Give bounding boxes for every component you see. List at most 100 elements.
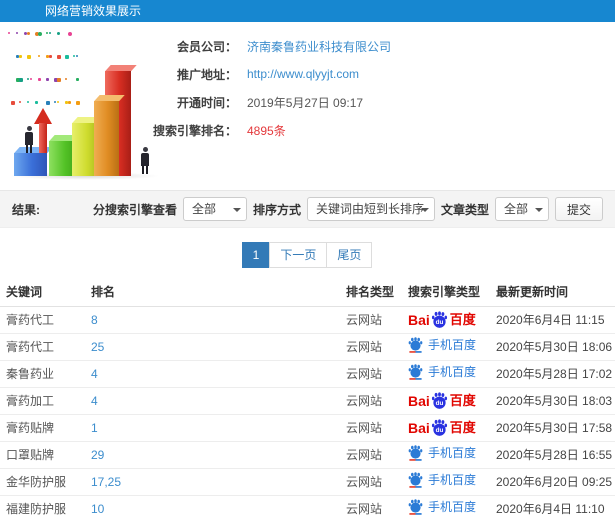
ranking-table: 关键词 排名 排名类型 搜索引擎类型 最新更新时间 膏药代工 8 云网站 Bai… (0, 278, 615, 520)
company-label: 会员公司： (176, 39, 237, 54)
baidu-logo-icon: Bai du 百度 (408, 311, 476, 328)
header-engine-type: 搜索引擎类型 (402, 278, 490, 307)
sort-selected: 关键词由短到长排序 (315, 202, 424, 216)
chevron-down-icon (420, 208, 429, 212)
article-type-label: 文章类型 (440, 202, 489, 217)
promo-url-label: 推广地址： (176, 67, 237, 82)
svg-text:du: du (435, 400, 443, 407)
next-page-button[interactable]: 下一页 (269, 242, 328, 268)
info-row-rank-count: 搜索引擎排名： 4895条 (130, 116, 391, 144)
article-type-selected: 全部 (503, 202, 528, 216)
keyword-cell: 膏药加工 (0, 387, 85, 415)
engine-cell: du 手机百度 (402, 468, 490, 496)
baidu-logo-icon: Bai du 百度 (408, 419, 476, 436)
filter-group: 分搜索引擎查看 全部 排序方式 关键词由短到长排序 文章类型 全部 提交 (93, 197, 603, 221)
engine-cell: du 手机百度 (402, 360, 490, 388)
bar-orange-icon (94, 95, 125, 176)
company-link[interactable]: 济南秦鲁药业科技有限公司 (247, 38, 391, 55)
member-info-list: 会员公司： 济南秦鲁药业科技有限公司 推广地址： http://www.qlyy… (130, 32, 391, 144)
update-time-cell: 2020年6月4日 11:10 (490, 495, 615, 520)
engine-cell: du 手机百度 (402, 333, 490, 361)
submit-button[interactable]: 提交 (554, 197, 603, 221)
engine-cell: Bai du 百度 (402, 387, 490, 415)
rank-cell: 17,25 (85, 468, 340, 496)
page-title: 网络营销效果展示 (45, 4, 142, 18)
chevron-down-icon (534, 208, 543, 212)
rank-count-label: 搜索引擎排名： (152, 123, 237, 138)
rank-count-value: 4895条 (247, 123, 286, 138)
table-row: 金华防护服 17,25 云网站 du (0, 468, 615, 496)
info-row-url: 推广地址： http://www.qlyyjt.com (130, 60, 391, 88)
engine-cell: Bai du 百度 (402, 414, 490, 442)
mobile-baidu-logo-icon: 手机百度 (408, 445, 476, 461)
table-row: 口罩贴牌 29 云网站 du (0, 441, 615, 469)
rank-type-cell: 云网站 (340, 360, 402, 388)
rank-link[interactable]: 29 (91, 448, 104, 462)
keyword-cell: 膏药代工 (0, 333, 85, 361)
engine-cell: du 手机百度 (402, 441, 490, 469)
update-time-cell: 2020年5月30日 18:06 (490, 333, 615, 361)
info-row-company: 会员公司： 济南秦鲁药业科技有限公司 (130, 32, 391, 60)
keyword-cell: 秦鲁药业 (0, 360, 85, 388)
rank-link[interactable]: 17,25 (91, 475, 121, 489)
rank-cell: 25 (85, 333, 340, 361)
engine-cell: du 手机百度 (402, 495, 490, 520)
rank-cell: 10 (85, 495, 340, 520)
update-time-cell: 2020年5月28日 16:55 (490, 441, 615, 469)
update-time-cell: 2020年5月28日 17:02 (490, 360, 615, 388)
title-bar: 网络营销效果展示 (0, 0, 615, 22)
rank-link[interactable]: 4 (91, 394, 98, 408)
header-update-time: 最新更新时间 (490, 278, 615, 307)
rank-link[interactable]: 10 (91, 502, 104, 516)
svg-text:du: du (435, 427, 443, 434)
header-rank: 排名 (85, 278, 340, 307)
sort-label: 排序方式 (252, 202, 301, 217)
keyword-cell: 口罩贴牌 (0, 441, 85, 469)
table-row: 膏药代工 8 云网站 Bai du 百度 2020年6月4日 11:15 (0, 306, 615, 334)
sort-select[interactable]: 关键词由短到长排序 (306, 197, 435, 221)
info-row-open-time: 开通时间： 2019年5月27日 09:17 (130, 88, 391, 116)
rank-link[interactable]: 1 (91, 421, 98, 435)
result-label: 结果: (12, 202, 40, 217)
pagination: 1 下一页 尾页 (0, 242, 615, 268)
promo-url-link[interactable]: http://www.qlyyjt.com (247, 67, 359, 81)
table-row: 膏药代工 25 云网站 du (0, 333, 615, 361)
article-type-select[interactable]: 全部 (494, 197, 549, 221)
rank-type-cell: 云网站 (340, 306, 402, 334)
rank-type-cell: 云网站 (340, 333, 402, 361)
rank-cell: 29 (85, 441, 340, 469)
up-arrow-icon (34, 108, 52, 154)
table-row: 秦鲁药业 4 云网站 du (0, 360, 615, 388)
engine-view-select[interactable]: 全部 (182, 197, 247, 221)
rank-type-cell: 云网站 (340, 495, 402, 520)
engine-view-label: 分搜索引擎查看 (92, 202, 177, 217)
mobile-baidu-logo-icon: 手机百度 (408, 337, 476, 353)
last-page-button[interactable]: 尾页 (326, 242, 373, 268)
rank-type-cell: 云网站 (340, 387, 402, 415)
engine-view-selected: 全部 (191, 202, 216, 216)
header-rank-type: 排名类型 (340, 278, 402, 307)
member-info-section: 会员公司： 济南秦鲁药业科技有限公司 推广地址： http://www.qlyy… (0, 22, 615, 184)
businessman-left-icon (22, 126, 36, 153)
update-time-cell: 2020年5月30日 17:58 (490, 414, 615, 442)
rank-link[interactable]: 25 (91, 340, 104, 354)
table-body: 膏药代工 8 云网站 Bai du 百度 2020年6月4日 11:15 膏药代… (0, 306, 615, 520)
open-time-label: 开通时间： (176, 95, 237, 110)
keyword-cell: 福建防护服 (0, 495, 85, 520)
page-button-current[interactable]: 1 (241, 242, 271, 268)
rank-link[interactable]: 8 (91, 313, 98, 327)
businessman-right-icon (138, 147, 152, 174)
baidu-logo-icon: Bai du 百度 (408, 392, 476, 409)
table-header-row: 关键词 排名 排名类型 搜索引擎类型 最新更新时间 (0, 278, 615, 307)
mobile-baidu-logo-icon: 手机百度 (408, 499, 476, 515)
rank-link[interactable]: 4 (91, 367, 98, 381)
bar-blue-icon (14, 147, 53, 176)
rank-cell: 4 (85, 360, 340, 388)
table-row: 福建防护服 10 云网站 du (0, 495, 615, 520)
table-row: 膏药加工 4 云网站 Bai du 百度 2020年5月30日 18:03 (0, 387, 615, 415)
engine-cell: Bai du 百度 (402, 306, 490, 334)
svg-text:du: du (435, 319, 443, 326)
rank-type-cell: 云网站 (340, 414, 402, 442)
keyword-cell: 膏药贴牌 (0, 414, 85, 442)
table-row: 膏药贴牌 1 云网站 Bai du 百度 2020年5月30日 17:58 (0, 414, 615, 442)
